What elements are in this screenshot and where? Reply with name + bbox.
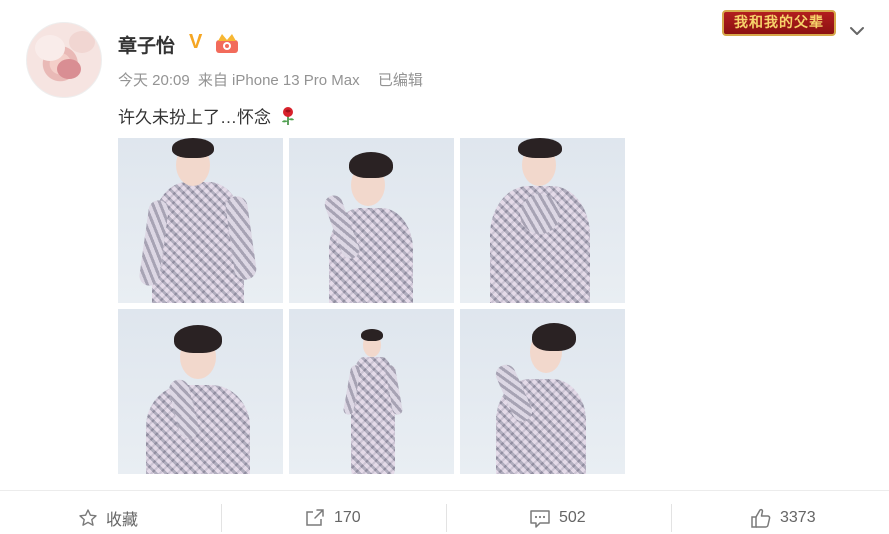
like-button[interactable]: 3373 — [750, 505, 816, 531]
photo-6[interactable] — [460, 309, 625, 474]
photo-figure — [349, 152, 393, 178]
photo-figure — [174, 325, 222, 353]
photo-figure — [361, 329, 383, 341]
action-separator — [221, 504, 222, 532]
action-separator — [671, 504, 672, 532]
avatar[interactable] — [26, 22, 102, 98]
rose-emoji-icon — [281, 107, 294, 125]
like-count: 3373 — [780, 509, 816, 526]
photo-3[interactable] — [460, 138, 625, 303]
post-text: 许久未扮上了…怀念 — [118, 103, 297, 128]
repost-button[interactable]: 170 — [304, 505, 361, 531]
username[interactable]: 章子怡 — [118, 31, 175, 58]
action-separator — [446, 504, 447, 532]
repost-icon — [306, 509, 324, 526]
photo-5[interactable] — [289, 309, 454, 474]
favorite-button[interactable]: 收藏 — [78, 505, 138, 531]
avatar-shape — [69, 31, 95, 53]
post-text-content: 许久未扮上了…怀念 — [118, 108, 271, 127]
photo-4[interactable] — [118, 309, 283, 474]
photo-figure — [518, 138, 562, 158]
crown-badge-icon[interactable] — [214, 32, 240, 54]
repost-count: 170 — [334, 509, 361, 526]
thumbs-up-icon — [751, 508, 771, 528]
photo-figure — [520, 194, 560, 234]
chevron-down-icon[interactable] — [848, 22, 866, 40]
photo-figure — [172, 138, 214, 158]
brand-badge[interactable]: 我和我的父辈 — [722, 10, 836, 36]
post-meta: 今天 20:09 来自 iPhone 13 Pro Max 已编辑 — [118, 69, 427, 90]
comment-button[interactable]: 502 — [529, 505, 586, 531]
avatar-shape — [35, 35, 65, 61]
star-icon — [79, 509, 97, 526]
post-timestamp[interactable]: 今天 20:09 — [118, 72, 190, 89]
verified-icon: V — [189, 31, 203, 53]
edited-label[interactable]: 已编辑 — [378, 72, 423, 89]
photo-1[interactable] — [118, 138, 283, 303]
comment-count: 502 — [559, 509, 586, 526]
post-source: 来自 iPhone 13 Pro Max — [197, 72, 360, 89]
photo-figure — [532, 323, 576, 351]
photo-2[interactable] — [289, 138, 454, 303]
avatar-shape — [57, 59, 81, 79]
action-bar-divider — [0, 490, 889, 491]
favorite-label: 收藏 — [106, 512, 139, 529]
comment-icon — [530, 510, 550, 528]
